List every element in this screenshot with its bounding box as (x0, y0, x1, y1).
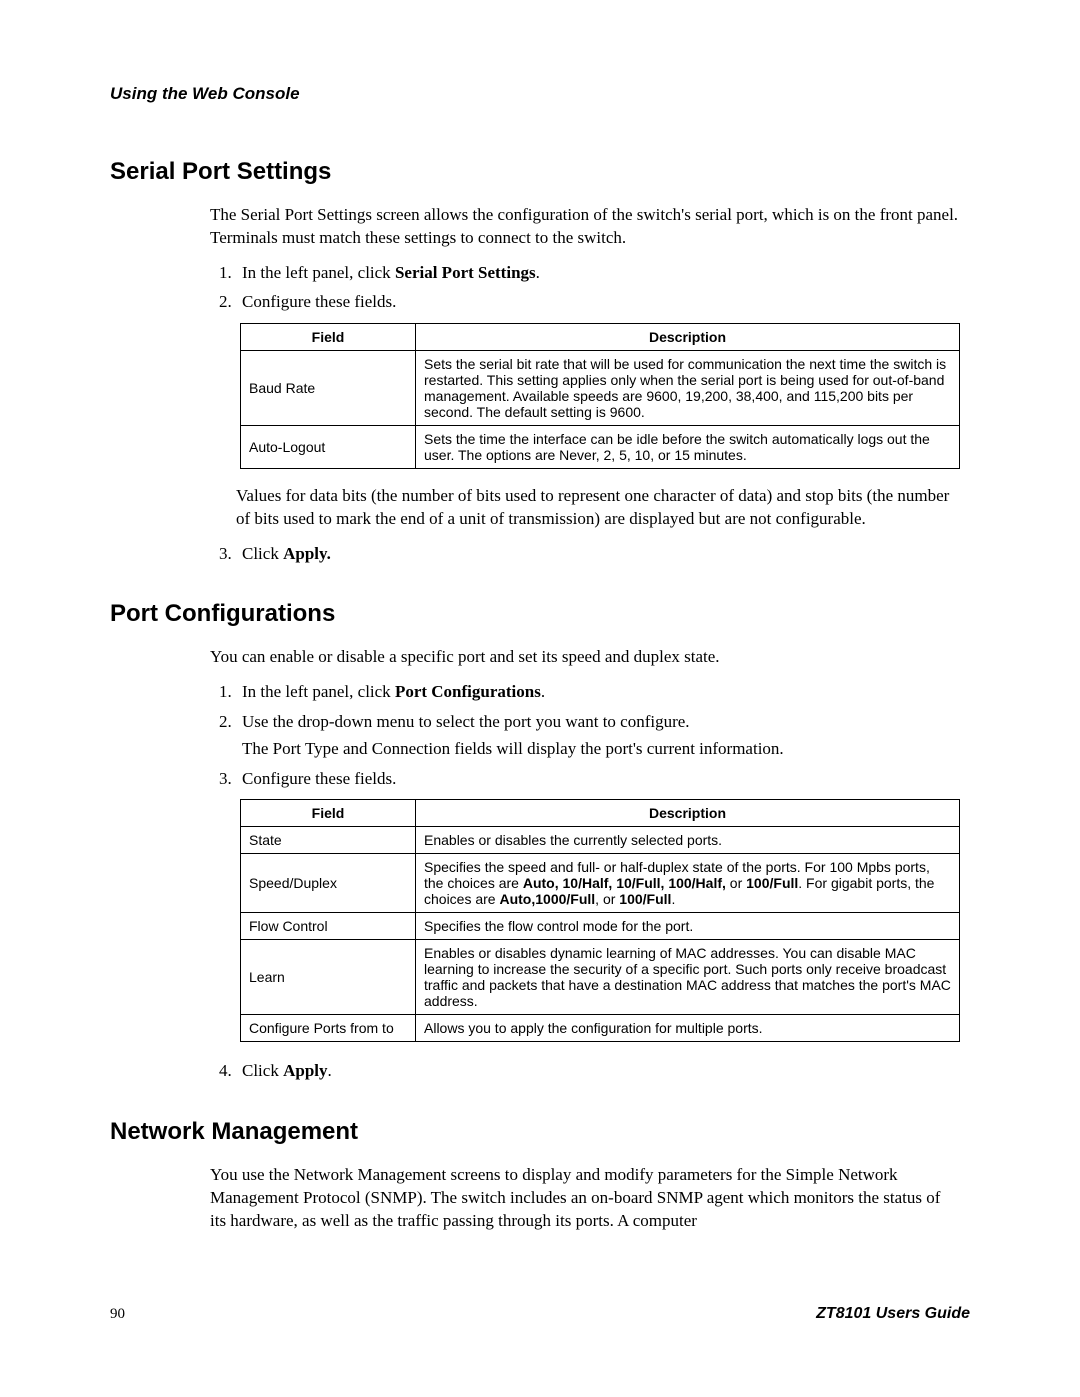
cell-desc: Specifies the flow control mode for the … (416, 913, 960, 940)
desc-text: . (671, 891, 675, 907)
cell-field: Speed/Duplex (241, 854, 416, 913)
cell-field: Flow Control (241, 913, 416, 940)
cell-desc: Enables or disables dynamic learning of … (416, 940, 960, 1015)
desc-bold: Auto,1000/Full (499, 891, 595, 907)
steps-list: Click Apply. (210, 541, 960, 567)
step-bold: Port Configurations (395, 682, 541, 701)
section-body-portconf-after: Click Apply. (210, 1058, 960, 1084)
col-field: Field (241, 800, 416, 827)
step-text: . (536, 263, 540, 282)
step-item: In the left panel, click Serial Port Set… (236, 260, 960, 286)
step-item: Click Apply. (236, 1058, 960, 1084)
intro-text: The Serial Port Settings screen allows t… (210, 204, 960, 250)
intro-text: You can enable or disable a specific por… (210, 646, 960, 669)
section-title-serial: Serial Port Settings (110, 158, 970, 186)
steps-list: Click Apply. (210, 1058, 960, 1084)
table-row: Flow Control Specifies the flow control … (241, 913, 960, 940)
step-subnote: The Port Type and Connection fields will… (242, 736, 960, 762)
step-bold: Apply (283, 1061, 327, 1080)
step-item: Click Apply. (236, 541, 960, 567)
document-page: Using the Web Console Serial Port Settin… (0, 0, 1080, 1397)
section-body-serial-after: Values for data bits (the number of bits… (210, 485, 960, 566)
col-field: Field (241, 323, 416, 350)
section-body-serial: The Serial Port Settings screen allows t… (210, 204, 960, 315)
cell-desc: Specifies the speed and full- or half-du… (416, 854, 960, 913)
section-title-portconf: Port Configurations (110, 600, 970, 628)
table-header-row: Field Description (241, 800, 960, 827)
table-row: Auto-Logout Sets the time the interface … (241, 425, 960, 468)
steps-list: In the left panel, click Serial Port Set… (210, 260, 960, 315)
cell-field: Configure Ports from to (241, 1015, 416, 1042)
desc-text: or (726, 875, 746, 891)
chapter-header: Using the Web Console (110, 84, 970, 104)
section-body-netmgmt: You use the Network Management screens t… (210, 1164, 960, 1233)
table-row: Baud Rate Sets the serial bit rate that … (241, 350, 960, 425)
step-text: Click (242, 544, 283, 563)
step-item: In the left panel, click Port Configurat… (236, 679, 960, 705)
steps-list: In the left panel, click Port Configurat… (210, 679, 960, 791)
section-title-netmgmt: Network Management (110, 1118, 970, 1146)
step-bold: Serial Port Settings (395, 263, 536, 282)
step-bold: Apply. (283, 544, 331, 563)
note-text: Values for data bits (the number of bits… (236, 485, 960, 531)
cell-field: State (241, 827, 416, 854)
table-row: Speed/Duplex Specifies the speed and ful… (241, 854, 960, 913)
col-description: Description (416, 323, 960, 350)
step-text: Click (242, 1061, 283, 1080)
table-row: Learn Enables or disables dynamic learni… (241, 940, 960, 1015)
step-text: . (328, 1061, 332, 1080)
desc-bold: Auto, 10/Half, 10/Full, 100/Half, (523, 875, 726, 891)
step-item: Use the drop-down menu to select the por… (236, 709, 960, 762)
page-number: 90 (110, 1306, 125, 1323)
desc-text: , or (595, 891, 619, 907)
table-row: State Enables or disables the currently … (241, 827, 960, 854)
serial-field-table: Field Description Baud Rate Sets the ser… (240, 323, 960, 469)
cell-field: Learn (241, 940, 416, 1015)
cell-desc: Enables or disables the currently select… (416, 827, 960, 854)
desc-bold: 100/Full (619, 891, 671, 907)
table-row: Configure Ports from to Allows you to ap… (241, 1015, 960, 1042)
desc-bold: 100/Full (746, 875, 798, 891)
page-footer: 90 ZT8101 Users Guide (110, 1305, 970, 1323)
table-header-row: Field Description (241, 323, 960, 350)
cell-desc: Sets the time the interface can be idle … (416, 425, 960, 468)
cell-field: Auto-Logout (241, 425, 416, 468)
section-body-portconf: You can enable or disable a specific por… (210, 646, 960, 791)
intro-text: You use the Network Management screens t… (210, 1164, 960, 1233)
cell-desc: Sets the serial bit rate that will be us… (416, 350, 960, 425)
cell-desc: Allows you to apply the configuration fo… (416, 1015, 960, 1042)
step-text: Use the drop-down menu to select the por… (242, 712, 690, 731)
cell-field: Baud Rate (241, 350, 416, 425)
step-item: Configure these fields. (236, 289, 960, 315)
portconf-field-table: Field Description State Enables or disab… (240, 799, 960, 1042)
step-text: In the left panel, click (242, 263, 395, 282)
step-text: In the left panel, click (242, 682, 395, 701)
col-description: Description (416, 800, 960, 827)
guide-name: ZT8101 Users Guide (816, 1305, 970, 1323)
step-item: Configure these fields. (236, 766, 960, 792)
step-text: . (541, 682, 545, 701)
